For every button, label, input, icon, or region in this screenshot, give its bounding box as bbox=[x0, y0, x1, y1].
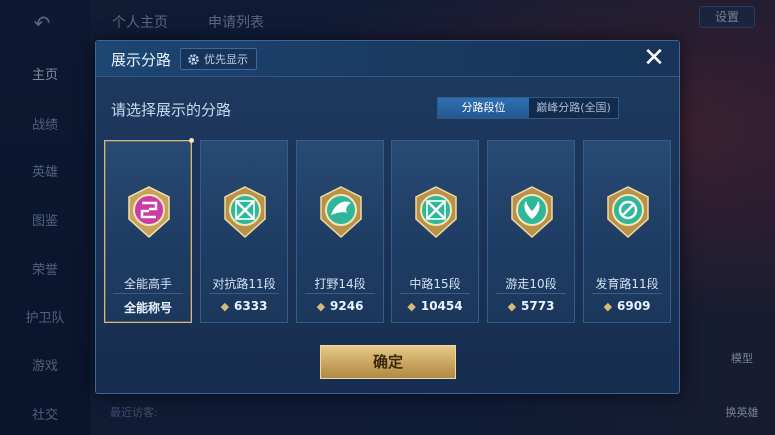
lane-name: 发育路11段 bbox=[595, 277, 659, 291]
lane-score-value: 6333 bbox=[234, 299, 268, 313]
diamond-icon: ◆ bbox=[407, 299, 416, 313]
close-icon[interactable]: ✕ bbox=[641, 45, 667, 71]
diamond-icon: ◆ bbox=[316, 299, 326, 313]
card-divider bbox=[305, 293, 375, 294]
lane-name: 对抗路11段 bbox=[212, 277, 276, 291]
card-jungle[interactable]: 打野14段 ◆ 9246 bbox=[296, 140, 384, 323]
lane-score: ◆ 10454 bbox=[392, 299, 478, 313]
all-round-emblem-icon bbox=[128, 186, 170, 239]
diamond-icon: ◆ bbox=[507, 299, 517, 313]
lane-score: ◆ 9246 bbox=[297, 299, 383, 313]
card-divider bbox=[209, 293, 279, 294]
card-divider bbox=[400, 293, 470, 294]
gear-icon bbox=[188, 53, 199, 65]
card-clash-lane[interactable]: 对抗路11段 ◆ 6333 bbox=[200, 140, 288, 323]
dialog-header: 展示分路 优先显示 ✕ bbox=[96, 41, 679, 77]
clash-lane-emblem-icon bbox=[224, 186, 266, 239]
lane-score-value: 5773 bbox=[521, 299, 555, 313]
selected-marker bbox=[189, 138, 194, 143]
mid-lane-emblem-icon bbox=[415, 186, 457, 239]
lane-name: 中路15段 bbox=[409, 277, 461, 291]
tab-peak-lane-national[interactable]: 巅峰分路(全国) bbox=[529, 98, 618, 118]
priority-display-button[interactable]: 优先显示 bbox=[180, 48, 257, 70]
diamond-icon: ◆ bbox=[603, 299, 613, 313]
card-divider bbox=[592, 293, 662, 294]
lane-display-dialog: 展示分路 优先显示 ✕ 请选择展示的分路 分路段位 巅峰分路(全国) 全能高手全… bbox=[95, 40, 680, 394]
priority-display-label: 优先显示 bbox=[204, 53, 248, 66]
dialog-title: 展示分路 bbox=[111, 51, 172, 69]
tab-lane-rank[interactable]: 分路段位 bbox=[438, 98, 529, 118]
lane-score-value: 9246 bbox=[330, 299, 364, 313]
card-divider bbox=[496, 293, 566, 294]
lane-score-value: 全能称号 bbox=[123, 301, 172, 315]
lane-score: ◆ 5773 bbox=[488, 299, 574, 313]
farm-lane-emblem-icon bbox=[607, 186, 649, 239]
jungle-emblem-icon bbox=[320, 186, 362, 239]
mode-segmented-control: 分路段位 巅峰分路(全国) bbox=[437, 97, 619, 119]
lane-score: ◆ 6909 bbox=[584, 299, 670, 313]
card-all-round[interactable]: 全能高手 全能称号 bbox=[104, 138, 194, 323]
dialog-subtitle: 请选择展示的分路 bbox=[111, 101, 232, 119]
lane-score-value: 10454 bbox=[420, 299, 463, 313]
roam-emblem-icon bbox=[511, 186, 553, 239]
lane-name: 打野14段 bbox=[314, 277, 366, 291]
lane-name: 全能高手 bbox=[123, 277, 172, 291]
card-farm-lane[interactable]: 发育路11段 ◆ 6909 bbox=[583, 140, 671, 323]
lane-score: 全能称号 bbox=[105, 299, 191, 316]
card-roam[interactable]: 游走10段 ◆ 5773 bbox=[487, 140, 575, 323]
card-mid-lane[interactable]: 中路15段 ◆ 10454 bbox=[391, 140, 479, 323]
lane-score-value: 6909 bbox=[617, 299, 651, 313]
confirm-button[interactable]: 确定 bbox=[320, 345, 456, 379]
card-divider bbox=[113, 293, 183, 294]
lane-score: ◆ 6333 bbox=[201, 299, 287, 313]
diamond-icon: ◆ bbox=[220, 299, 230, 313]
lane-name: 游走10段 bbox=[505, 277, 557, 291]
